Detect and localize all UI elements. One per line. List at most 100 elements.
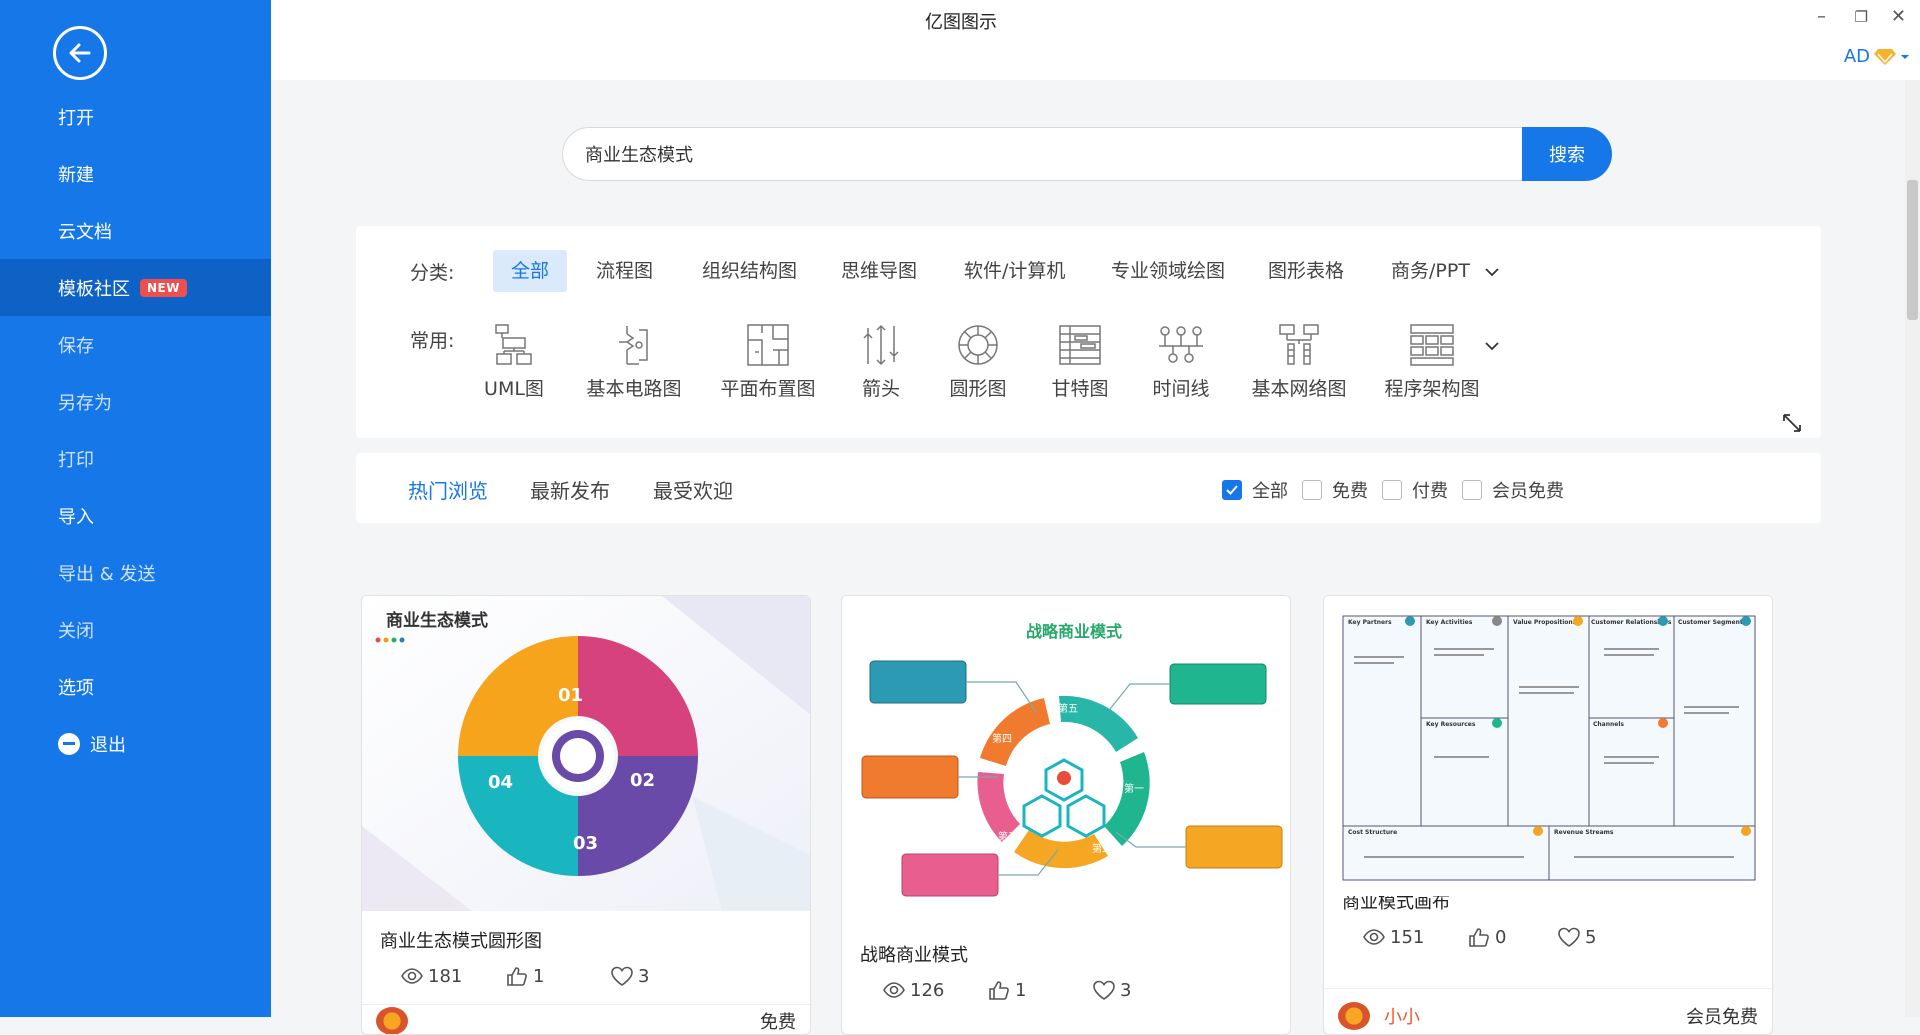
avatar[interactable] <box>1338 1001 1370 1030</box>
tab-latest[interactable]: 最新发布 <box>530 475 610 504</box>
price-label: 会员免费 <box>1686 1006 1758 1028</box>
segment-label: 第五 <box>1058 702 1078 715</box>
views-count: 181 <box>428 965 463 987</box>
likes-stat[interactable]: 1 <box>505 965 610 987</box>
tab-popular[interactable]: 最受欢迎 <box>653 475 733 504</box>
canvas-header: Cost Structure <box>1348 829 1397 836</box>
eye-icon <box>401 968 423 984</box>
floor-plan-icon <box>747 324 789 366</box>
common-circuit[interactable]: 基本电路图 <box>559 322 709 401</box>
likes-count: 0 <box>1495 926 1507 948</box>
common-architecture[interactable]: 程序架构图 <box>1357 322 1507 401</box>
search-input[interactable] <box>562 127 1522 181</box>
sidebar-item-label: 选项 <box>58 677 94 699</box>
sidebar-item-options[interactable]: 选项 <box>0 658 271 715</box>
sidebar-item-save[interactable]: 保存 <box>0 316 271 373</box>
sidebar-item-print[interactable]: 打印 <box>0 430 271 487</box>
segment-label: 第四 <box>992 732 1012 745</box>
sidebar-item-open[interactable]: 打开 <box>0 88 271 145</box>
sidebar-item-import[interactable]: 导入 <box>0 487 271 544</box>
heart-icon <box>1093 980 1115 1000</box>
gantt-icon <box>1059 325 1101 365</box>
eye-icon <box>883 982 905 998</box>
card-thumbnail[interactable]: 战略商业模式 第五 第一 第二 第三 第四 <box>842 596 1290 941</box>
sidebar-item-cloud[interactable]: 云文档 <box>0 202 271 259</box>
category-software[interactable]: 软件/计算机 <box>946 250 1083 292</box>
scrollbar[interactable] <box>1905 80 1920 1017</box>
price-label: 免费 <box>760 1011 796 1033</box>
canvas-header: Channels <box>1593 721 1624 728</box>
new-badge: NEW <box>140 278 187 297</box>
user-initials: AD <box>1843 46 1870 67</box>
close-button[interactable]: ✕ <box>1891 6 1906 27</box>
uml-icon <box>495 324 532 365</box>
sidebar-item-export[interactable]: 导出 & 发送 <box>0 544 271 601</box>
favorites-stat[interactable]: 5 <box>1557 926 1662 948</box>
arrow-left-icon <box>69 43 91 63</box>
avatar[interactable] <box>376 1006 408 1034</box>
category-mind-map[interactable]: 思维导图 <box>823 250 935 292</box>
filter-member-free[interactable]: 会员免费 <box>1462 477 1564 503</box>
chevron-down-icon[interactable] <box>1484 338 1500 354</box>
common-network[interactable]: 基本网络图 <box>1224 322 1374 401</box>
arrows-icon <box>863 324 899 366</box>
common-item-label: 时间线 <box>1152 378 1210 400</box>
likes-stat[interactable]: 0 <box>1467 926 1557 948</box>
filter-free[interactable]: 免费 <box>1302 477 1368 503</box>
views-count: 151 <box>1390 926 1425 948</box>
checkbox[interactable] <box>1382 480 1402 500</box>
back-button[interactable] <box>53 26 107 80</box>
minimize-button[interactable]: – <box>1817 6 1826 27</box>
card-stats: 181 1 3 <box>362 965 810 987</box>
heart-icon <box>611 966 633 986</box>
sidebar-item-label: 云文档 <box>58 221 112 243</box>
template-card[interactable]: Key Partners Key Activities Value Propos… <box>1323 595 1773 1035</box>
favorites-count: 3 <box>638 965 650 987</box>
common-item-label: 基本网络图 <box>1251 378 1347 400</box>
thumbnail-title: 商业生态模式 <box>386 611 488 631</box>
category-professional[interactable]: 专业领域绘图 <box>1093 250 1243 292</box>
checkbox-checked[interactable] <box>1222 480 1242 500</box>
segment-02: 02 <box>630 770 655 791</box>
business-canvas-thumbnail: Key Partners Key Activities Value Propos… <box>1324 596 1772 896</box>
search-bar: 搜索 <box>562 127 1612 181</box>
filter-paid[interactable]: 付费 <box>1382 477 1448 503</box>
filter-label: 全部 <box>1252 481 1288 502</box>
vip-diamond-icon <box>1874 48 1896 65</box>
card-thumbnail[interactable]: Key Partners Key Activities Value Propos… <box>1324 596 1772 896</box>
tab-hot[interactable]: 热门浏览 <box>408 475 488 504</box>
sidebar-item-template-community[interactable]: 模板社区 NEW <box>0 259 271 316</box>
expand-icon[interactable] <box>1781 412 1803 434</box>
minus-circle-icon <box>58 732 80 755</box>
sidebar-item-new[interactable]: 新建 <box>0 145 271 202</box>
scroll-thumb[interactable] <box>1907 180 1918 320</box>
sidebar-item-label: 模板社区 <box>58 278 130 300</box>
architecture-icon <box>1410 324 1454 366</box>
sidebar-item-label: 导入 <box>58 506 94 528</box>
sidebar-item-save-as[interactable]: 另存为 <box>0 373 271 430</box>
favorites-stat[interactable]: 3 <box>610 965 715 987</box>
favorites-stat[interactable]: 3 <box>1092 979 1197 1001</box>
sidebar-item-close[interactable]: 关闭 <box>0 601 271 658</box>
card-stats: 151 0 5 <box>1324 926 1772 948</box>
category-all[interactable]: 全部 <box>493 250 568 292</box>
chevron-down-icon[interactable] <box>1484 264 1500 280</box>
category-org-chart[interactable]: 组织结构图 <box>684 250 815 292</box>
template-card[interactable]: 战略商业模式 第五 第一 第二 第三 第四 战略商业模式 126 1 3 <box>841 595 1291 1035</box>
sidebar-item-quit[interactable]: 退出 <box>0 715 271 772</box>
category-graphic-table[interactable]: 图形表格 <box>1250 250 1362 292</box>
canvas-header: Revenue Streams <box>1554 829 1614 836</box>
search-button[interactable]: 搜索 <box>1522 127 1612 181</box>
likes-stat[interactable]: 1 <box>987 979 1092 1001</box>
template-card[interactable]: 01 02 03 04 商业生态模式 商业生态模式圆形图 181 1 3 免费 <box>361 595 811 1035</box>
checkbox[interactable] <box>1302 480 1322 500</box>
restore-button[interactable]: ❐ <box>1855 8 1868 26</box>
checkbox[interactable] <box>1462 480 1482 500</box>
category-flowchart[interactable]: 流程图 <box>578 250 671 292</box>
filter-all[interactable]: 全部 <box>1222 477 1288 503</box>
author-name[interactable]: 小小 <box>1384 1003 1420 1029</box>
user-account-menu[interactable]: AD <box>1844 46 1910 67</box>
circle-diagram-icon <box>958 325 998 365</box>
card-thumbnail[interactable]: 01 02 03 04 商业生态模式 <box>362 596 810 911</box>
category-business-ppt[interactable]: 商务/PPT <box>1373 250 1488 292</box>
